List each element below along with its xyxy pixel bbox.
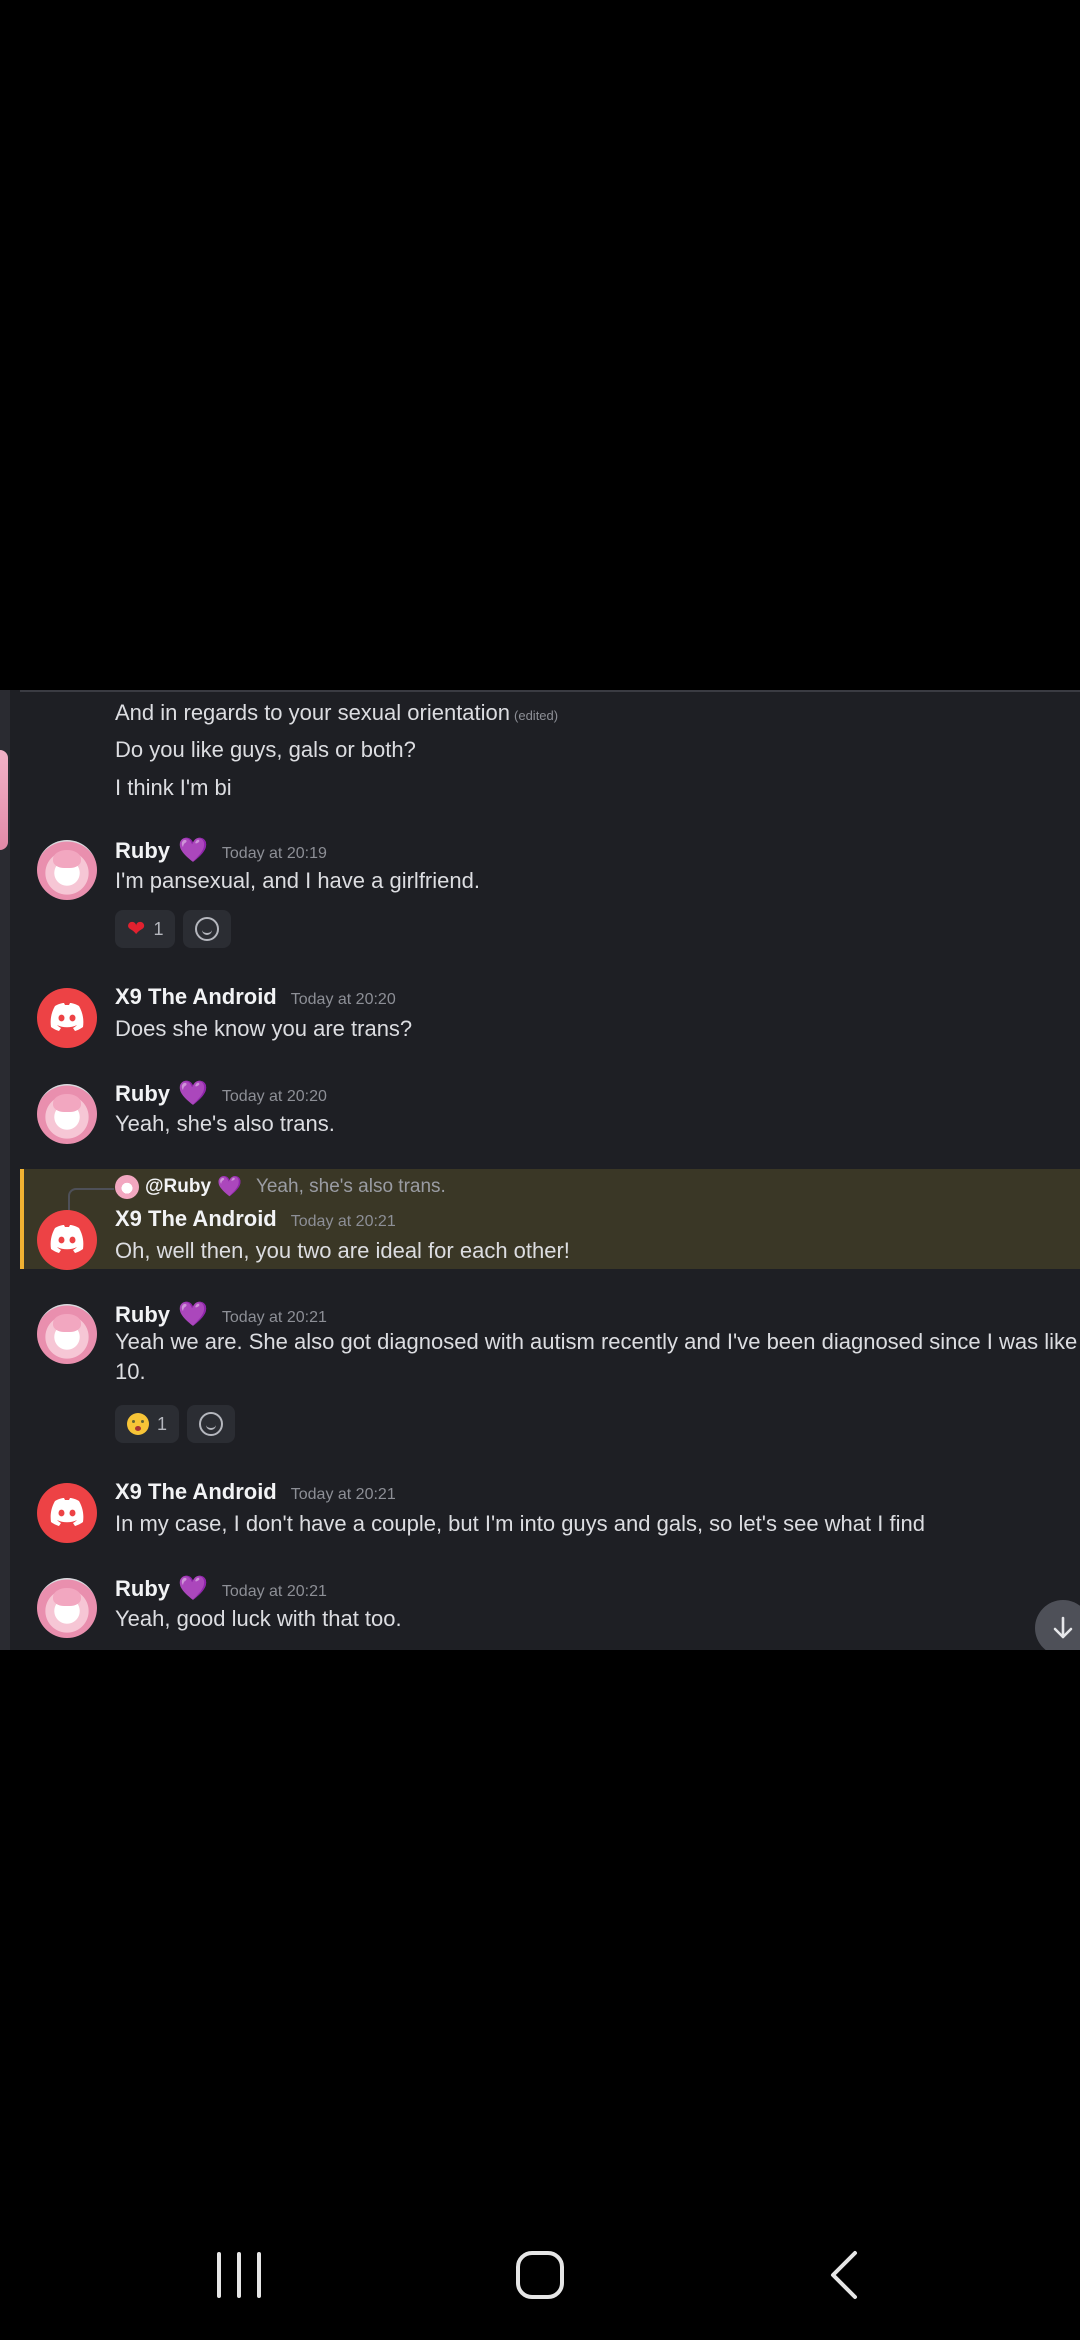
recents-icon	[217, 2252, 261, 2298]
reaction-count: 1	[153, 918, 164, 939]
author-name[interactable]: Ruby	[115, 1081, 170, 1107]
chat-panel: And in regards to your sexual orientatio…	[0, 690, 1080, 1650]
avatar[interactable]	[37, 988, 97, 1048]
message-text: Yeah, she's also trans.	[115, 1111, 335, 1136]
recents-button[interactable]	[215, 2250, 263, 2305]
purple-heart-icon: 💜	[178, 1575, 208, 1602]
message-header: X9 The Android Today at 20:21	[115, 1206, 396, 1232]
server-icon-peek[interactable]	[0, 750, 8, 850]
message-line: Do you like guys, gals or both?	[115, 737, 416, 762]
reply-user: @Ruby	[145, 1175, 212, 1197]
heart-icon: ❤	[127, 916, 146, 941]
avatar[interactable]	[37, 1483, 97, 1543]
discord-icon	[50, 1498, 84, 1526]
message-header: X9 The Android Today at 20:21	[115, 1479, 396, 1505]
add-reaction-button[interactable]	[183, 910, 232, 948]
author-name[interactable]: X9 The Android	[115, 984, 277, 1010]
avatar[interactable]	[37, 1304, 97, 1364]
purple-heart-icon: 💜	[217, 1176, 242, 1198]
reply-preview[interactable]: @Ruby 💜 Yeah, she's also trans.	[115, 1174, 446, 1199]
reaction-bar: 1	[115, 1405, 236, 1443]
discord-icon	[50, 1225, 84, 1253]
message-header: Ruby 💜 Today at 20:20	[115, 1079, 327, 1108]
arrow-down-icon	[1053, 1616, 1073, 1639]
message-text: Oh, well then, you two are ideal for eac…	[115, 1238, 570, 1263]
message-text: And in regards to your sexual orientatio…	[115, 700, 511, 725]
discord-icon	[50, 1003, 84, 1031]
reaction-heart[interactable]: ❤ 1	[115, 910, 176, 948]
author-name[interactable]: X9 The Android	[115, 1206, 277, 1232]
add-reaction-icon	[195, 917, 220, 941]
avatar[interactable]	[37, 1084, 97, 1144]
purple-heart-icon: 💜	[178, 1301, 208, 1328]
message-line: I think I'm bi	[115, 775, 232, 800]
avatar[interactable]	[37, 1578, 97, 1638]
reply-connector	[68, 1188, 114, 1212]
timestamp: Today at 20:21	[290, 1213, 396, 1230]
home-icon	[516, 2251, 564, 2299]
author-name[interactable]: Ruby	[115, 1302, 170, 1328]
purple-heart-icon: 💜	[178, 837, 208, 864]
timestamp: Today at 20:21	[221, 1309, 327, 1326]
reaction-count: 1	[157, 1413, 168, 1434]
author-name[interactable]: Ruby	[115, 838, 170, 864]
message-header: Ruby 💜 Today at 20:21	[115, 1300, 327, 1329]
back-icon	[831, 2251, 857, 2299]
author-name[interactable]: X9 The Android	[115, 1479, 277, 1505]
message-text: Yeah we are. She also got diagnosed with…	[115, 1329, 1078, 1384]
scroll-to-bottom-button[interactable]	[1035, 1600, 1080, 1650]
timestamp: Today at 20:21	[221, 1583, 327, 1600]
author-name[interactable]: Ruby	[115, 1576, 170, 1602]
add-reaction-button[interactable]	[187, 1405, 236, 1443]
purple-heart-icon: 💜	[178, 1080, 208, 1107]
kissing-face-icon	[127, 1413, 149, 1435]
message-text: Does she know you are trans?	[115, 1016, 413, 1041]
message-text: In my case, I don't have a couple, but I…	[115, 1511, 925, 1536]
reply-quote: Yeah, she's also trans.	[255, 1175, 446, 1197]
message-text: I'm pansexual, and I have a girlfriend.	[115, 868, 480, 893]
avatar[interactable]	[37, 1210, 97, 1270]
reply-avatar	[115, 1174, 139, 1199]
timestamp: Today at 20:19	[221, 845, 327, 862]
back-button[interactable]	[825, 2250, 865, 2305]
message-header: X9 The Android Today at 20:20	[115, 984, 396, 1010]
message-text: Yeah, good luck with that too.	[115, 1606, 402, 1631]
edited-label: (edited)	[514, 708, 559, 723]
divider	[20, 690, 1080, 692]
timestamp: Today at 20:20	[290, 991, 396, 1008]
add-reaction-icon	[199, 1412, 224, 1436]
system-nav-bar	[0, 2220, 1080, 2340]
server-sidebar-edge[interactable]	[0, 690, 10, 1650]
reaction-bar: ❤ 1	[115, 910, 232, 948]
home-button[interactable]	[515, 2250, 565, 2305]
reaction-emoji[interactable]: 1	[115, 1405, 180, 1443]
timestamp: Today at 20:21	[290, 1486, 396, 1503]
message-header: Ruby 💜 Today at 20:19	[115, 836, 327, 865]
message-line: And in regards to your sexual orientatio…	[115, 700, 558, 726]
message-header: Ruby 💜 Today at 20:21	[115, 1574, 327, 1603]
timestamp: Today at 20:20	[221, 1088, 327, 1105]
avatar[interactable]	[37, 840, 97, 900]
